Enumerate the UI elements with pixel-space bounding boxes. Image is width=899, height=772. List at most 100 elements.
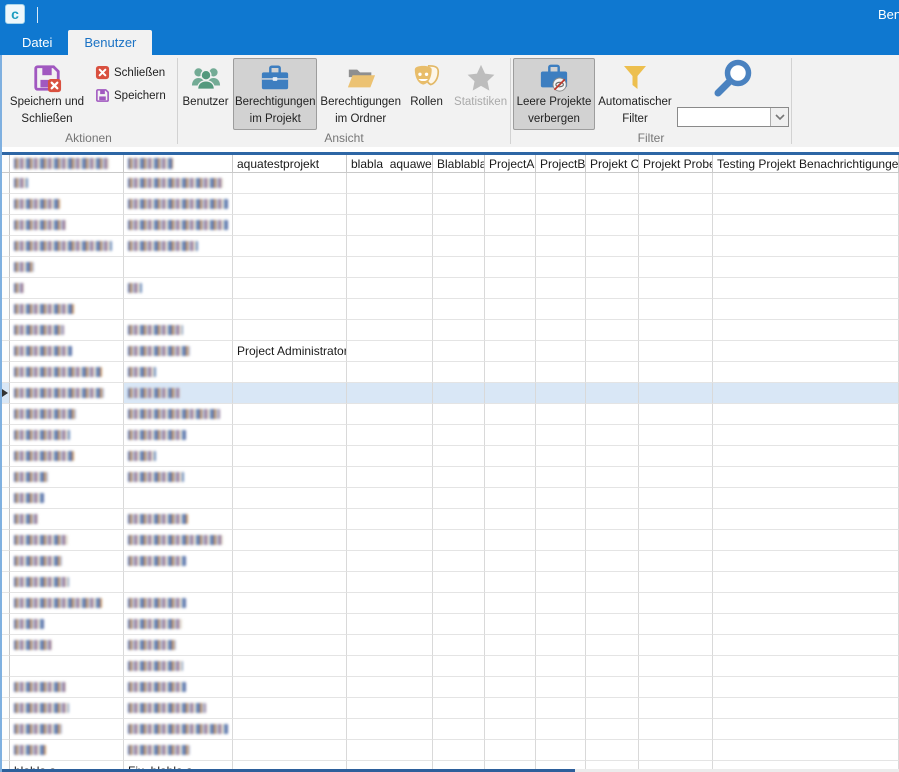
table-row[interactable]: [0, 446, 899, 467]
grid-cell[interactable]: [713, 677, 899, 698]
grid-cell[interactable]: [233, 362, 347, 383]
table-row[interactable]: [0, 362, 899, 383]
table-row[interactable]: [0, 698, 899, 719]
grid-cell[interactable]: [10, 656, 124, 677]
grid-cell[interactable]: [433, 530, 485, 551]
grid-cell[interactable]: [124, 278, 233, 299]
grid-cell[interactable]: [433, 362, 485, 383]
grid-cell[interactable]: [433, 446, 485, 467]
grid-cell[interactable]: [433, 467, 485, 488]
grid-cell[interactable]: [10, 320, 124, 341]
grid-cell[interactable]: [10, 530, 124, 551]
grid-cell[interactable]: [433, 740, 485, 761]
grid-cell[interactable]: [10, 740, 124, 761]
grid-cell[interactable]: [536, 467, 586, 488]
grid-cell[interactable]: [639, 362, 713, 383]
grid-cell[interactable]: [124, 551, 233, 572]
grid-cell[interactable]: [639, 614, 713, 635]
grid-cell[interactable]: [433, 404, 485, 425]
grid-cell[interactable]: [347, 593, 433, 614]
grid-cell[interactable]: [433, 572, 485, 593]
grid-cell[interactable]: [639, 383, 713, 404]
table-row[interactable]: [0, 551, 899, 572]
column-header-projectb[interactable]: ProjectB: [536, 155, 586, 173]
grid-cell[interactable]: [536, 719, 586, 740]
grid-cell[interactable]: [586, 257, 639, 278]
table-row[interactable]: [0, 320, 899, 341]
grid-cell[interactable]: [433, 488, 485, 509]
grid-cell[interactable]: [347, 446, 433, 467]
tab-benutzer[interactable]: Benutzer: [68, 30, 152, 55]
grid-cell[interactable]: [713, 593, 899, 614]
grid-cell[interactable]: [10, 299, 124, 320]
grid-cell[interactable]: [433, 320, 485, 341]
grid-cell[interactable]: [639, 698, 713, 719]
grid-cell[interactable]: [639, 257, 713, 278]
grid-cell[interactable]: [433, 341, 485, 362]
grid-cell[interactable]: [485, 572, 536, 593]
grid-cell[interactable]: Project Administrator: [233, 341, 347, 362]
grid-cell[interactable]: [639, 488, 713, 509]
grid-cell[interactable]: [433, 194, 485, 215]
grid-cell[interactable]: [485, 719, 536, 740]
grid-cell[interactable]: [639, 572, 713, 593]
grid-cell[interactable]: [536, 173, 586, 194]
grid-cell[interactable]: [124, 467, 233, 488]
grid-cell[interactable]: [536, 215, 586, 236]
grid-cell[interactable]: [586, 467, 639, 488]
grid-cell[interactable]: [586, 320, 639, 341]
grid-cell[interactable]: [347, 173, 433, 194]
grid-cell[interactable]: [347, 236, 433, 257]
grid-cell[interactable]: [124, 299, 233, 320]
grid-cell[interactable]: [713, 530, 899, 551]
grid-cell[interactable]: [233, 572, 347, 593]
grid-cell[interactable]: [347, 383, 433, 404]
grid-cell[interactable]: [433, 425, 485, 446]
grid-cell[interactable]: [233, 467, 347, 488]
grid-cell[interactable]: [713, 509, 899, 530]
grid-cell[interactable]: [713, 551, 899, 572]
grid-cell[interactable]: [233, 404, 347, 425]
grid-cell[interactable]: [347, 509, 433, 530]
table-row[interactable]: [0, 719, 899, 740]
grid-cell[interactable]: [536, 194, 586, 215]
table-row[interactable]: [0, 530, 899, 551]
grid-cell[interactable]: [124, 509, 233, 530]
grid-cell[interactable]: [233, 488, 347, 509]
grid-cell[interactable]: [536, 635, 586, 656]
table-row[interactable]: [0, 383, 899, 404]
grid-cell[interactable]: [433, 215, 485, 236]
app-icon[interactable]: c: [5, 4, 25, 24]
grid-cell[interactable]: [233, 593, 347, 614]
grid-cell[interactable]: [536, 236, 586, 257]
grid-cell[interactable]: [586, 530, 639, 551]
grid-cell[interactable]: [586, 677, 639, 698]
grid-cell[interactable]: [124, 194, 233, 215]
grid-cell[interactable]: [124, 173, 233, 194]
grid-cell[interactable]: [485, 236, 536, 257]
grid-cell[interactable]: [10, 362, 124, 383]
grid-cell[interactable]: [433, 257, 485, 278]
grid-cell[interactable]: [485, 383, 536, 404]
grid-cell[interactable]: [713, 215, 899, 236]
grid-cell[interactable]: [713, 362, 899, 383]
grid-cell[interactable]: [10, 341, 124, 362]
grid-cell[interactable]: [713, 488, 899, 509]
grid-cell[interactable]: [639, 593, 713, 614]
grid-cell[interactable]: [586, 551, 639, 572]
grid-cell[interactable]: [639, 719, 713, 740]
grid-cell[interactable]: [536, 593, 586, 614]
grid-cell[interactable]: [485, 656, 536, 677]
table-row[interactable]: [0, 257, 899, 278]
grid-cell[interactable]: [433, 593, 485, 614]
column-header-projecta[interactable]: ProjectA: [485, 155, 536, 173]
grid-cell[interactable]: [10, 572, 124, 593]
grid-cell[interactable]: [536, 341, 586, 362]
grid-cell[interactable]: [124, 698, 233, 719]
grid-cell[interactable]: [713, 383, 899, 404]
grid-cell[interactable]: [347, 698, 433, 719]
grid-cell[interactable]: [10, 509, 124, 530]
grid-cell[interactable]: [433, 551, 485, 572]
table-row[interactable]: [0, 425, 899, 446]
grid-cell[interactable]: [233, 446, 347, 467]
